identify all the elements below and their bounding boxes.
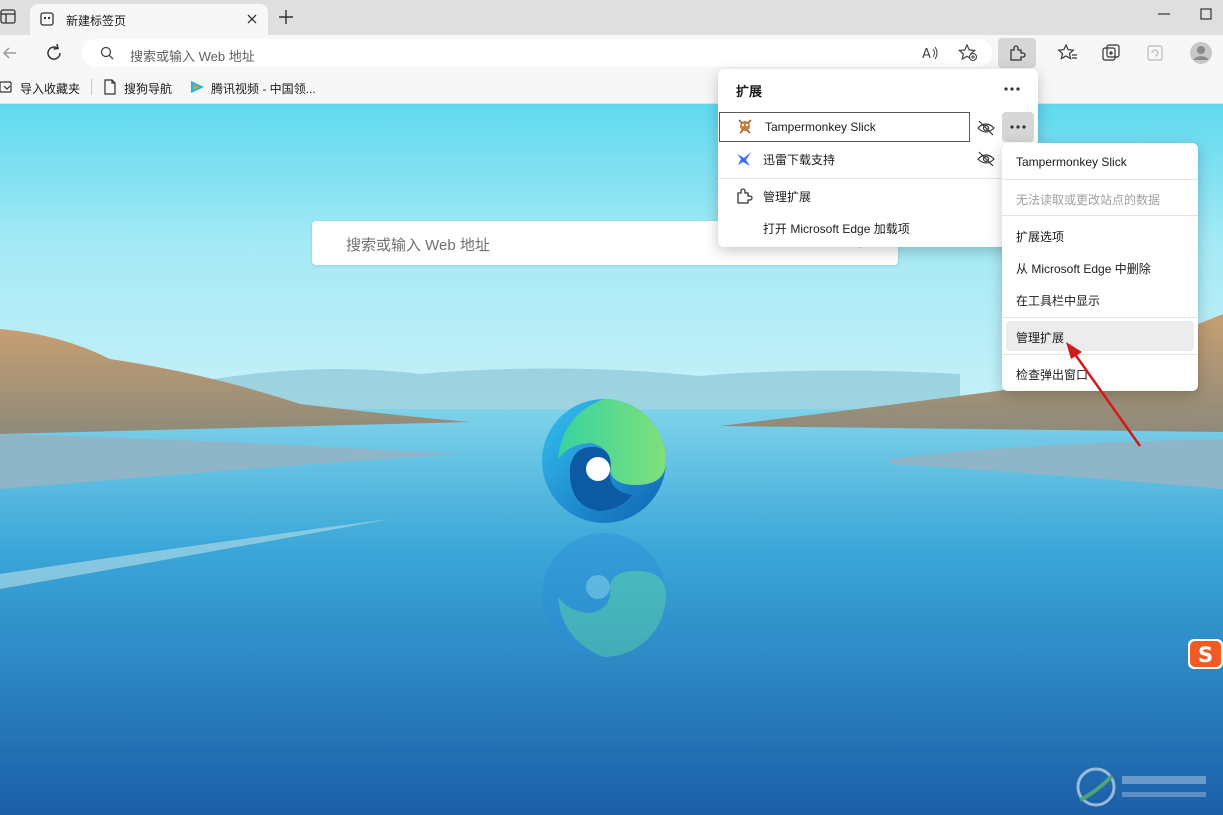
menu-item-label: 在工具栏中显示 [1016, 294, 1101, 308]
favorites-divider [91, 79, 92, 95]
menu-item-label: 扩展选项 [1016, 230, 1065, 244]
extension-item-tampermonkey[interactable]: Tampermonkey Slick [719, 112, 970, 142]
puzzle-icon [1010, 45, 1026, 61]
extensions-button[interactable] [998, 38, 1036, 68]
menu-item-extension-options[interactable]: 扩展选项 [1002, 220, 1198, 250]
tab-title: 新建标签页 [66, 14, 127, 28]
svg-text:A: A [922, 47, 931, 61]
add-favorite-icon[interactable] [958, 44, 978, 62]
import-icon [0, 81, 12, 93]
favorite-tencent-video[interactable]: 腾讯视频 - 中国领... [189, 78, 329, 96]
avatar[interactable] [1189, 41, 1213, 65]
browser-essentials-icon[interactable] [1143, 41, 1167, 65]
open-edge-addons-item[interactable]: 打开 Microsoft Edge 加载项 [718, 212, 1038, 244]
extensions-panel-title: 扩展 [736, 84, 763, 99]
site-watermark-logo [1076, 767, 1206, 807]
favorites-icon[interactable] [1056, 41, 1080, 65]
menu-item-remove[interactable]: 从 Microsoft Edge 中删除 [1002, 252, 1198, 282]
open-edge-addons-label: 打开 Microsoft Edge 加载项 [763, 222, 910, 236]
edge-logo-reflection [542, 533, 666, 657]
hidden-eye-icon[interactable] [976, 149, 996, 169]
extension-more-button[interactable] [1002, 112, 1034, 142]
favorite-import[interactable]: 导入收藏夹 [0, 78, 88, 96]
refresh-icon[interactable] [42, 41, 66, 65]
manage-extensions-item[interactable]: 管理扩展 [718, 180, 1038, 212]
new-tab-button[interactable] [276, 7, 296, 27]
minimize-icon[interactable] [1156, 6, 1172, 22]
search-icon [100, 46, 114, 60]
favorite-sogou[interactable]: 搜狗导航 [102, 78, 182, 96]
menu-item-label: 无法读取或更改站点的数据 [1016, 193, 1161, 207]
menu-item-label: Tampermonkey Slick [1016, 155, 1127, 169]
divider [718, 178, 1038, 179]
new-tab-page-icon [40, 12, 54, 26]
manage-extensions-label: 管理扩展 [763, 190, 812, 204]
favorite-label: 腾讯视频 - 中国领... [211, 82, 316, 96]
extension-label: Tampermonkey Slick [765, 120, 876, 134]
toolbar: 搜索或输入 Web 地址 A [0, 35, 1223, 71]
more-options-icon [1010, 125, 1026, 129]
page-icon [104, 79, 116, 95]
divider [1002, 317, 1198, 318]
tampermonkey-icon [738, 119, 752, 134]
maximize-icon[interactable] [1198, 6, 1214, 22]
extension-item-thunder[interactable]: 迅雷下载支持 [718, 143, 1038, 175]
svg-text:S: S [1198, 643, 1213, 667]
annotation-arrow-icon [1066, 342, 1142, 447]
thunder-icon [737, 152, 751, 166]
menu-item-label: 管理扩展 [1016, 331, 1065, 345]
more-options-icon[interactable] [998, 77, 1026, 101]
puzzle-icon [737, 188, 753, 204]
favorite-label: 导入收藏夹 [20, 82, 81, 96]
extensions-panel: 扩展 Tampermonkey Slick 迅雷下载支持 管理扩展 打开 Mic… [718, 69, 1038, 247]
back-icon[interactable] [0, 41, 24, 65]
menu-item-show-in-toolbar[interactable]: 在工具栏中显示 [1002, 284, 1198, 314]
extension-label: 迅雷下载支持 [763, 153, 836, 167]
tab-actions-icon[interactable] [0, 8, 18, 26]
divider [1002, 215, 1198, 216]
menu-item-extension-name[interactable]: Tampermonkey Slick [1002, 147, 1198, 177]
read-aloud-icon[interactable]: A [922, 45, 940, 61]
edge-logo-icon [542, 399, 666, 523]
tab-new-tab[interactable]: 新建标签页 [30, 4, 268, 35]
close-icon[interactable] [244, 11, 260, 27]
ntp-search-placeholder: 搜索或输入 Web 地址 [346, 237, 490, 254]
menu-item-label: 从 Microsoft Edge 中删除 [1016, 262, 1151, 276]
sogou-ime-icon[interactable]: S [1188, 639, 1223, 669]
address-placeholder: 搜索或输入 Web 地址 [130, 49, 255, 64]
favorite-label: 搜狗导航 [124, 82, 173, 96]
address-bar[interactable]: 搜索或输入 Web 地址 A [82, 39, 992, 67]
menu-item-site-access: 无法读取或更改站点的数据 [1002, 183, 1198, 213]
tab-strip: 新建标签页 [0, 0, 1223, 35]
collections-icon[interactable] [1099, 41, 1123, 65]
tencent-video-icon [191, 81, 204, 93]
favorites-bar: 导入收藏夹 搜狗导航 腾讯视频 - 中国领... [0, 71, 1223, 104]
divider [1002, 179, 1198, 180]
hidden-eye-icon[interactable] [976, 118, 996, 138]
